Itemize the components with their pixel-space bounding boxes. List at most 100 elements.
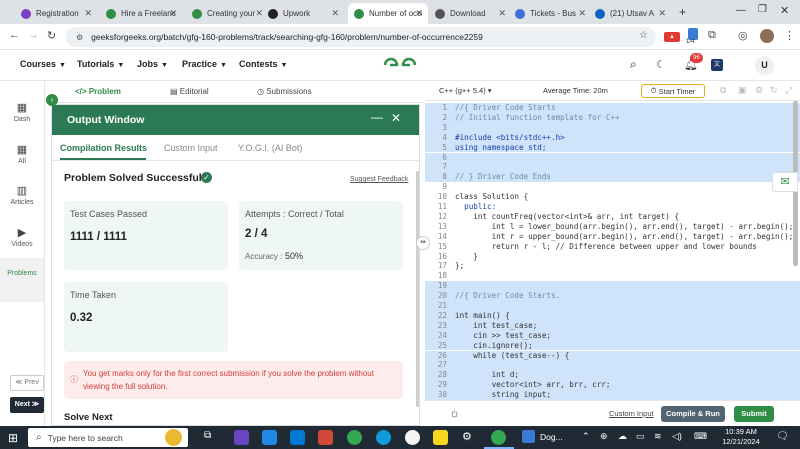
menu-kebab-icon[interactable]: ⋮ [784,29,795,42]
edge-icon[interactable] [376,430,391,445]
splitter-handle-icon[interactable]: ⇹ [416,236,430,250]
dark-mode-icon[interactable]: ☾ [656,58,666,71]
code-line[interactable]: 6 [425,152,800,163]
chrome-active-icon[interactable] [491,430,506,445]
theme-sun-icon[interactable]: ☼ [449,406,460,420]
next-button[interactable]: Next ≫ [10,397,44,413]
code-line[interactable]: 22 int main() { [425,310,800,321]
code-line[interactable]: 16 } [425,252,800,262]
battery-icon[interactable]: ▭ [636,431,645,442]
mail-icon[interactable] [262,430,277,445]
reset-icon[interactable]: ↻ [770,85,778,96]
gfg-logo-icon[interactable] [382,56,418,74]
code-line[interactable]: 17}; [425,261,800,271]
close-window-icon[interactable]: ✕ [780,4,789,17]
code-line[interactable]: 2 // Initial function template for C++ [425,112,800,123]
notifications-icon[interactable]: 🗨︎ [776,431,789,442]
restore-icon[interactable]: ❐ [758,4,767,15]
extension-badge-icon[interactable]: ▲ [664,32,680,42]
browser-tab[interactable]: Tickets - Bus ✕ [509,3,591,24]
rail-item-videos[interactable]: ▶ Videos [0,224,44,258]
nav-courses[interactable]: Courses ▼ [20,59,66,69]
code-line[interactable]: 1 //{ Driver Code Starts [425,103,800,113]
prev-button[interactable]: ≪ Prev [10,375,44,391]
browser-tab[interactable]: (21) Utsav A ✕ [589,3,671,24]
taskbar-time[interactable]: 10:39 AM [716,427,766,436]
bookmark-star-icon[interactable]: ☆ [639,30,648,41]
tab-editorial[interactable]: ▤ Editorial [170,87,209,96]
code-line[interactable]: 21 [425,301,800,311]
close-tab-icon[interactable]: ✕ [498,8,506,19]
chrome-icon[interactable] [347,430,362,445]
circle-icon[interactable]: ◎ [738,29,748,42]
cloud-icon[interactable]: ☁ [618,431,627,442]
wifi-icon[interactable]: ≋ [654,431,662,442]
submit-button[interactable]: Submit [734,406,774,422]
browser-tab[interactable]: Hire a Freelancer✕ [100,3,182,24]
rail-item-all[interactable]: ▦ All [0,141,44,175]
compile-run-button[interactable]: Compile & Run [661,406,725,422]
code-line[interactable]: 18 [425,271,800,281]
suggest-feedback-link[interactable]: Suggest Feedback [350,176,408,183]
reload-icon[interactable]: ↻ [47,29,56,42]
expand-rail-icon[interactable]: › [46,94,58,106]
close-tab-icon[interactable]: ✕ [658,8,666,19]
forward-icon[interactable]: → [28,29,39,41]
code-line[interactable]: 24 cin >> test_case; [425,330,800,341]
layout-icon[interactable]: ▣ [738,85,747,96]
language-select[interactable]: C++ (g++ 5.4) ▾ [439,86,492,95]
code-line[interactable]: 15 return r - l; // Difference between u… [425,242,800,252]
code-line[interactable]: 4 #include <bits/stdc++.h> [425,132,800,143]
tab-compilation-results[interactable]: Compilation Results [60,143,147,153]
windows-start-icon[interactable]: ⊞ [8,431,18,445]
code-line[interactable]: 19 [425,281,800,292]
close-tab-icon[interactable]: ✕ [169,8,177,19]
nav-jobs[interactable]: Jobs ▼ [137,59,168,69]
code-line[interactable]: 30 string input; [425,390,800,400]
code-line[interactable]: 11 public: [425,202,800,212]
notes-icon[interactable] [433,430,448,445]
chat-icon[interactable]: ✉ [772,172,798,192]
store-icon[interactable] [290,430,305,445]
tab-yogi-ai-bot[interactable]: Y.O.G.I. (AI Bot) [238,143,302,153]
settings-icon[interactable]: ⚙ [755,85,763,96]
volume-icon[interactable]: ◁) [672,431,682,442]
copilot-icon[interactable] [234,430,249,445]
code-editor[interactable]: 1 //{ Driver Code Starts 2 // Initial funct… [425,101,800,400]
new-tab-icon[interactable]: + [679,5,686,19]
code-line[interactable]: 13 int l = lower_bound(arr.begin(), arr.… [425,222,800,232]
tab-problem[interactable]: </> Problem [75,87,121,96]
code-line[interactable]: 3 [425,122,800,133]
media-icon[interactable] [318,430,333,445]
site-info-icon[interactable]: ⚙ [76,33,83,42]
copy-icon[interactable]: ⧉ [720,85,726,96]
code-line[interactable]: 5 using namespace std; [425,142,800,153]
keyboard-icon[interactable]: ⌨ [694,431,707,442]
rail-item-problems[interactable]: Problems [0,258,44,302]
tray-app-icon[interactable]: ⊕ [600,431,608,442]
nav-practice[interactable]: Practice ▼ [182,59,227,69]
code-line[interactable]: 29 vector<int> arr, brr, crr; [425,380,800,391]
start-timer-button[interactable]: ⏱ Start Timer [641,84,705,98]
custom-input-link[interactable]: Custom Input [609,409,654,418]
browser-tab[interactable]: Download ✕ [429,3,511,24]
tab-submissions[interactable]: ◷ Submissions [257,87,312,96]
fullscreen-icon[interactable]: ⤢ [785,85,792,96]
code-line[interactable]: 20 //{ Driver Code Starts. [425,291,800,301]
profile-avatar[interactable] [760,29,774,43]
taskbar-date[interactable]: 12/21/2024 [716,437,766,446]
code-line[interactable]: 23 int test_case; [425,320,800,331]
browser-tab[interactable]: Registration ✕ [15,3,97,24]
browser-tab[interactable]: Number of occurrence✕ [348,3,428,24]
task-view-icon[interactable]: ⧉ [204,430,219,445]
nav-tutorials[interactable]: Tutorials ▼ [77,59,124,69]
code-line[interactable]: 9 [425,182,800,192]
nav-contests[interactable]: Contests ▼ [239,59,287,69]
code-line[interactable]: 8 // } Driver Code Ends [425,172,800,183]
github-icon[interactable] [405,430,420,445]
close-output-icon[interactable]: ✕ [391,111,401,125]
user-avatar[interactable]: U [755,56,774,75]
minimize-icon[interactable]: — [736,5,746,16]
rail-item-articles[interactable]: ▥ Articles [0,182,44,216]
search-icon[interactable]: ⌕ [630,57,637,72]
